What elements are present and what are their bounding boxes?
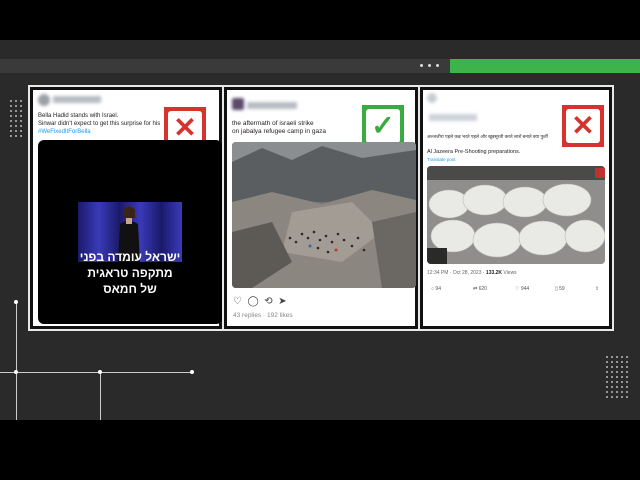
repost-icon[interactable]: ⟲ — [264, 296, 272, 307]
username-blurred — [53, 96, 101, 103]
views-count: 133.2K — [485, 270, 503, 276]
likes-count[interactable]: 192 likes — [267, 312, 293, 319]
top-progress-fill — [450, 59, 640, 73]
top-progress-track — [0, 59, 450, 73]
letterbox-top — [0, 0, 640, 40]
shrouds-scene — [427, 166, 605, 264]
post-photo-rubble[interactable] — [232, 142, 416, 288]
dot-2 — [428, 64, 431, 67]
post-text-hindi: अल्जजीरा पहले कब्र भरते पहले और खूबसूरती… — [427, 134, 548, 139]
post-timestamp: 12:34 PM · Oct 28, 2023 · 133.2K Views — [427, 270, 517, 276]
share-icon[interactable]: ➤ — [278, 296, 286, 307]
decor-node-4 — [190, 370, 194, 374]
engagement-counts: 43 replies · 192 likes — [233, 312, 293, 319]
separator-dot: · — [263, 312, 266, 319]
checkmark-icon: ✓ — [366, 109, 400, 143]
repost-stat[interactable]: ⇄ 620 — [473, 286, 487, 292]
username-blurred — [247, 102, 297, 109]
post-text-english: Al Jazeera Pre-Shooting preparations. — [427, 149, 521, 155]
video-caption-line-1: ישראל עומדה בפני — [79, 250, 181, 264]
verdict-false-badge: ✕ — [559, 102, 607, 150]
post-card-al-jazeera[interactable]: अल्जजीरा पहले कब्र भरते पहले और खूबसूरती… — [420, 87, 612, 329]
comment-icon[interactable]: ◯ — [248, 296, 259, 307]
post-text: the aftermath of israeli strike on jabal… — [232, 120, 326, 135]
like-stat[interactable]: ♡ 944 — [515, 286, 529, 292]
post-action-bar: ♡ ◯ ⟲ ➤ — [233, 296, 287, 307]
post-card-jabalya[interactable]: the aftermath of israeli strike on jabal… — [224, 87, 418, 329]
bookmark-stat[interactable]: ▯ 59 — [555, 286, 565, 292]
bookmark-icon: ▯ — [555, 286, 558, 292]
post-card-bella-hadid[interactable]: Bella Hadid stands with Israel. Sinwar d… — [30, 87, 222, 329]
avatar — [232, 98, 244, 110]
reply-stat[interactable]: ○ 94 — [431, 286, 441, 292]
rubble-scene — [232, 142, 416, 288]
dot-grid-right — [606, 356, 628, 398]
letterbox-bottom — [0, 420, 640, 480]
dot-3 — [436, 64, 439, 67]
replies-count[interactable]: 43 replies — [233, 312, 261, 319]
translate-link[interactable]: Translate post — [427, 156, 455, 164]
username-blurred — [429, 114, 477, 121]
avatar — [38, 94, 50, 106]
repost-icon: ⇄ — [473, 286, 478, 292]
decor-node-3 — [98, 370, 102, 374]
dot-grid-left — [10, 100, 22, 137]
heart-icon: ♡ — [515, 286, 520, 292]
decor-node-2 — [14, 370, 18, 374]
cross-icon: ✕ — [566, 109, 600, 143]
post-video[interactable]: ישראל עומדה בפני מתקפה טראגית של חמאס — [38, 140, 222, 324]
decor-node-1 — [14, 300, 18, 304]
dot-1 — [420, 64, 423, 67]
reply-icon: ○ — [431, 286, 435, 292]
avatar — [427, 93, 437, 103]
heart-icon[interactable]: ♡ — [233, 296, 242, 307]
decor-line-horizontal — [0, 372, 192, 373]
decor-line-vertical-2 — [100, 372, 101, 420]
post-video-shrouds[interactable] — [427, 166, 605, 264]
video-caption-line-2: מתקפה טראגית — [87, 266, 173, 280]
video-caption-line-3: של חמאס — [103, 282, 157, 296]
share-icon[interactable]: ⇪ — [595, 286, 599, 292]
video-indicator-icon — [595, 168, 605, 178]
decor-line-vertical-1 — [16, 302, 17, 420]
